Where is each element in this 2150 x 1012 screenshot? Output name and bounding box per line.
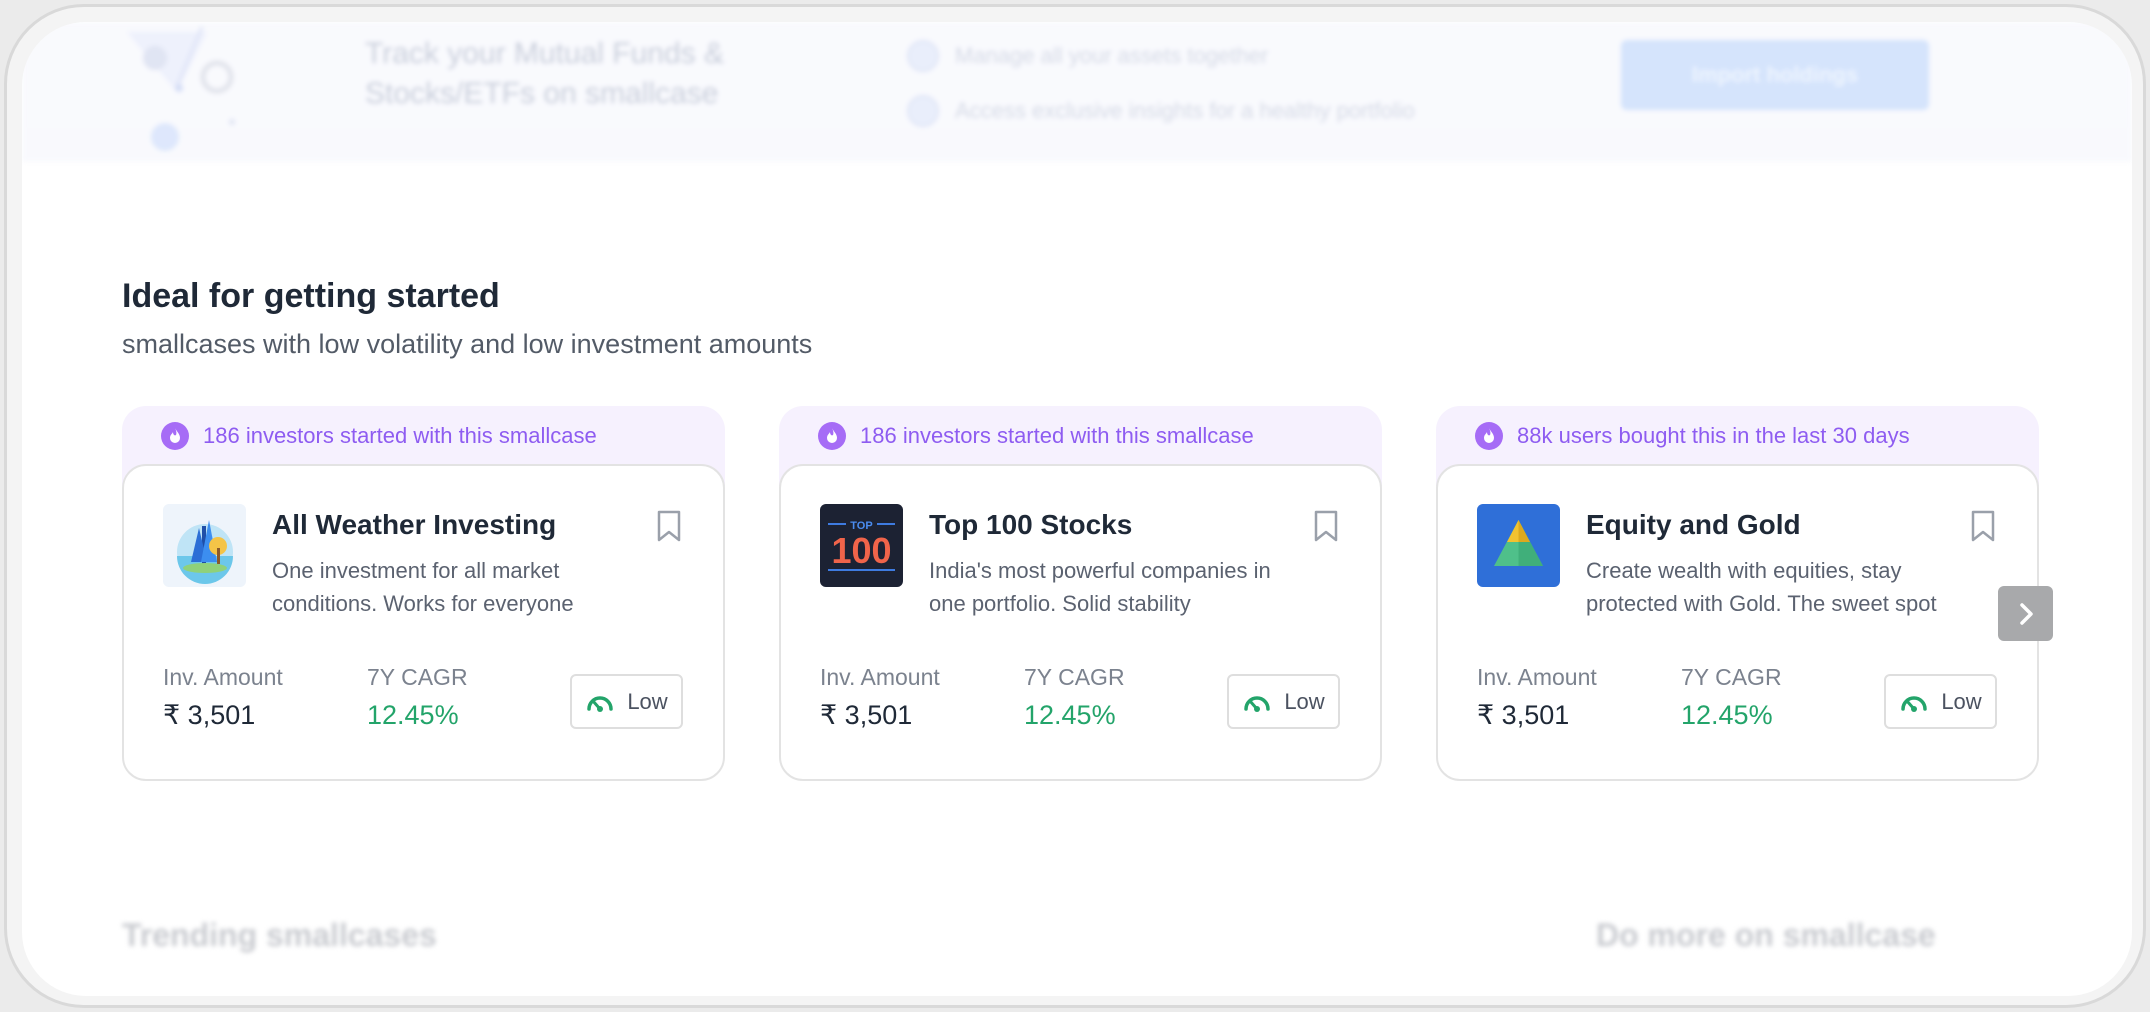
volatility-button[interactable]: Low bbox=[570, 674, 683, 729]
smallcase-name[interactable]: Equity and Gold bbox=[1586, 509, 1801, 541]
check-icon bbox=[907, 39, 939, 72]
inv-amount-label: Inv. Amount bbox=[1477, 664, 1597, 690]
volatility-label: Low bbox=[1284, 688, 1325, 714]
volatility-button[interactable]: Low bbox=[1227, 674, 1340, 729]
smallcase-card-wrapper: 186 investors started with this smallcas… bbox=[122, 406, 725, 797]
bookmark-icon[interactable] bbox=[1968, 509, 1998, 543]
smallcase-card[interactable]: Equity and Gold Create wealth with equit… bbox=[1436, 464, 2039, 781]
ribbon-text: 88k users bought this in the last 30 day… bbox=[1517, 423, 1910, 448]
cagr-label: 7Y CAGR bbox=[367, 664, 468, 690]
banner-illustration bbox=[127, 26, 235, 151]
inv-amount-value: ₹ 3,501 bbox=[163, 700, 256, 730]
inv-amount-label: Inv. Amount bbox=[820, 664, 940, 690]
smallcase-card-wrapper: 88k users bought this in the last 30 day… bbox=[1436, 406, 2039, 797]
inv-amount-value: ₹ 3,501 bbox=[820, 700, 913, 730]
banner-point: Access exclusive insights for a healthy … bbox=[907, 83, 1415, 138]
banner-points: Manage all your assets together Access e… bbox=[907, 28, 1415, 138]
carousel-next-button[interactable] bbox=[1998, 586, 2053, 641]
volatility-meter-icon bbox=[587, 695, 614, 712]
banner-point-text: Access exclusive insights for a healthy … bbox=[955, 97, 1415, 123]
import-holdings-banner: Track your Mutual Funds & Stocks/ETFs on… bbox=[22, 22, 2132, 162]
import-holdings-button[interactable]: Import holdings bbox=[1621, 40, 1929, 110]
trending-smallcases-heading: Trending smallcases bbox=[122, 917, 437, 953]
flame-icon bbox=[1475, 422, 1503, 450]
ribbon-text: 186 investors started with this smallcas… bbox=[203, 423, 597, 448]
volatility-label: Low bbox=[627, 688, 668, 714]
smallcase-description: India's most powerful companies in one p… bbox=[929, 558, 1271, 616]
bookmark-icon[interactable] bbox=[1311, 509, 1341, 543]
cagr-value: 12.45% bbox=[1681, 700, 1773, 730]
inv-amount-value: ₹ 3,501 bbox=[1477, 700, 1570, 730]
smallcase-description: One investment for all market conditions… bbox=[272, 558, 574, 616]
smallcase-name[interactable]: All Weather Investing bbox=[272, 509, 556, 541]
top-100-logo: TOP 100 bbox=[820, 504, 903, 587]
cagr-label: 7Y CAGR bbox=[1681, 664, 1782, 690]
all-weather-logo bbox=[163, 504, 246, 587]
volatility-meter-icon bbox=[1901, 695, 1928, 712]
cagr-value: 12.45% bbox=[1024, 700, 1116, 730]
screen: Track your Mutual Funds & Stocks/ETFs on… bbox=[22, 22, 2132, 996]
cagr-value: 12.45% bbox=[367, 700, 459, 730]
smallcase-card[interactable]: TOP 100 Top 100 Stocks India's most powe… bbox=[779, 464, 1382, 781]
banner-point: Manage all your assets together bbox=[907, 28, 1415, 83]
volatility-button[interactable]: Low bbox=[1884, 674, 1997, 729]
smallcase-card-wrapper: 186 investors started with this smallcas… bbox=[779, 406, 1382, 797]
smallcase-name[interactable]: Top 100 Stocks bbox=[929, 509, 1132, 541]
logo-text-big: 100 bbox=[831, 530, 891, 571]
section-subtitle: smallcases with low volatility and low i… bbox=[122, 329, 813, 359]
volatility-label: Low bbox=[1941, 688, 1982, 714]
smallcase-description: Create wealth with equities, stay protec… bbox=[1586, 558, 1937, 616]
inv-amount-label: Inv. Amount bbox=[163, 664, 283, 690]
flame-icon bbox=[161, 422, 189, 450]
check-icon bbox=[907, 94, 939, 127]
volatility-meter-icon bbox=[1244, 695, 1271, 712]
smallcase-card[interactable]: All Weather Investing One investment for… bbox=[122, 464, 725, 781]
cagr-label: 7Y CAGR bbox=[1024, 664, 1125, 690]
flame-icon bbox=[818, 422, 846, 450]
section-title: Ideal for getting started bbox=[122, 277, 500, 315]
banner-point-text: Manage all your assets together bbox=[955, 42, 1269, 68]
do-more-heading: Do more on smallcase bbox=[1596, 917, 1936, 953]
equity-gold-logo bbox=[1477, 504, 1560, 587]
ribbon-text: 186 investors started with this smallcas… bbox=[860, 423, 1254, 448]
device-frame: Track your Mutual Funds & Stocks/ETFs on… bbox=[4, 4, 2146, 1008]
bookmark-icon[interactable] bbox=[654, 509, 684, 543]
banner-title: Track your Mutual Funds & Stocks/ETFs on… bbox=[365, 37, 725, 110]
chevron-right-icon bbox=[2019, 602, 2033, 625]
